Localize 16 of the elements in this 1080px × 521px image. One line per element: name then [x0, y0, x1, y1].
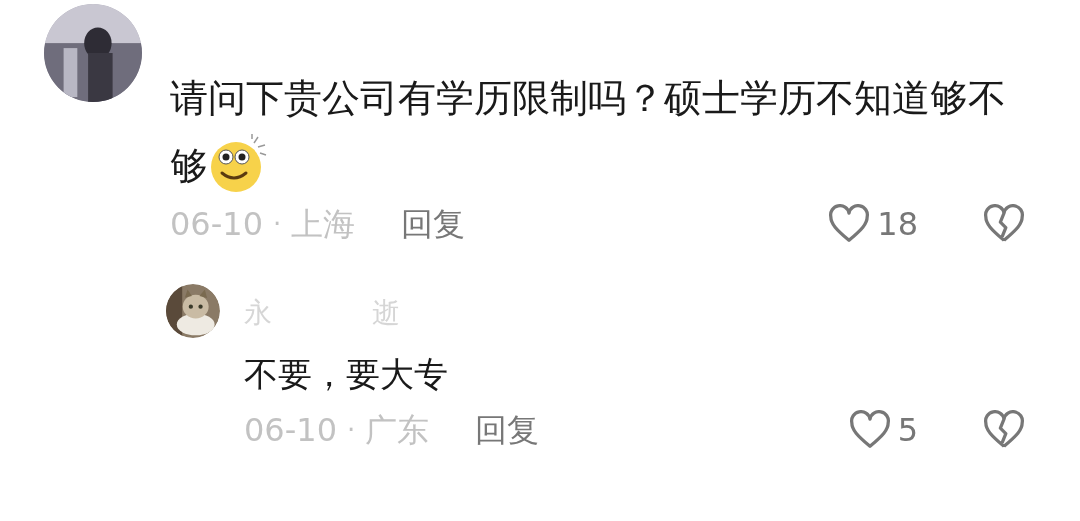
reply-text: 不要，要大专 — [244, 353, 449, 396]
broken-heart-icon[interactable] — [982, 204, 1026, 244]
separator-dot: · — [273, 207, 282, 241]
like-count: 5 — [897, 410, 918, 451]
comment-location: 上海 — [291, 204, 356, 245]
like-count: 18 — [877, 204, 918, 245]
comment-location: 广东 — [365, 410, 430, 451]
reply-button[interactable]: 回复 — [475, 406, 540, 454]
comment-text: 请问下贵公司有学历限制吗？硕士学历不知道够不够 — [170, 64, 1035, 200]
comment-date: 06-10 — [244, 410, 337, 451]
comment-date: 06-10 — [170, 204, 263, 245]
broken-heart-icon[interactable] — [982, 410, 1026, 450]
separator-dot: · — [347, 413, 356, 447]
heart-icon[interactable] — [827, 204, 872, 244]
reply-button[interactable]: 回复 — [401, 200, 466, 248]
heart-icon[interactable] — [847, 410, 892, 450]
